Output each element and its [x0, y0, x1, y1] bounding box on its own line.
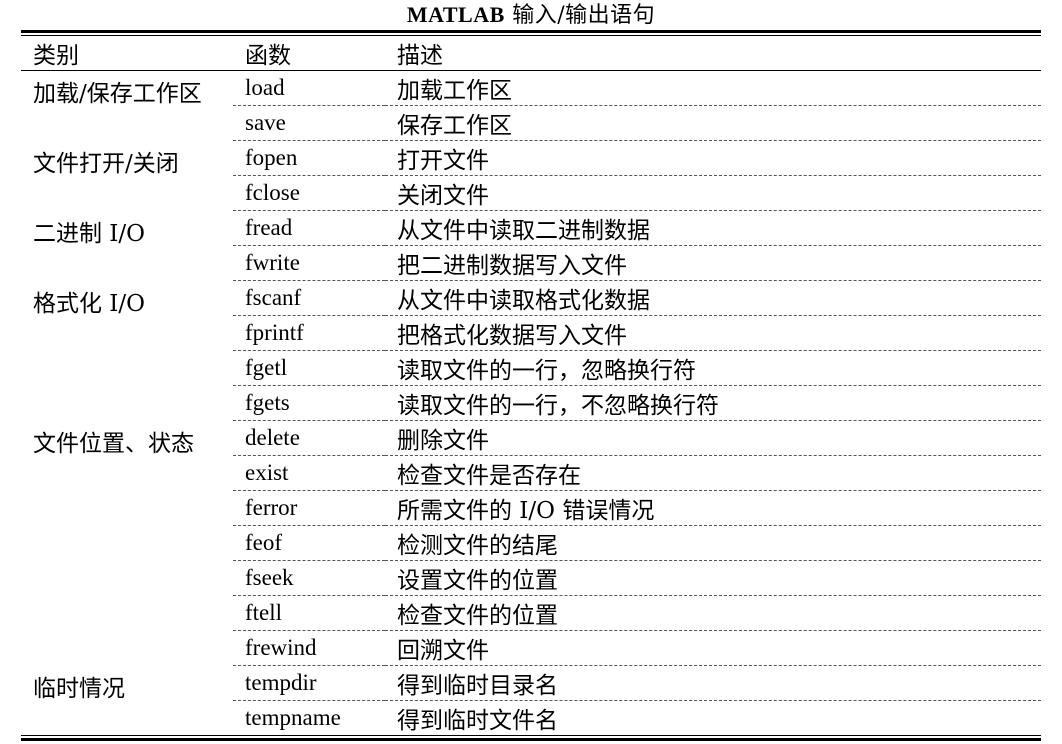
function-cell: fgetl	[233, 350, 385, 386]
category-cell: 文件位置、状态	[33, 430, 194, 457]
function-cell: fclose	[233, 175, 385, 211]
function-cell: fprintf	[233, 315, 385, 351]
category-cell: 格式化 I/O	[33, 290, 146, 317]
function-cell: fread	[233, 210, 385, 246]
header-description: 描述	[385, 36, 1041, 71]
table-caption: MATLAB 输入/输出语句	[21, 0, 1041, 30]
category-cell: 加载/保存工作区	[33, 81, 202, 107]
description-cell: 得到临时文件名	[397, 708, 558, 734]
function-cell: save	[233, 105, 385, 141]
caption-bold-text: MATLAB	[406, 2, 505, 27]
function-cell: fgets	[233, 385, 385, 421]
function-cell: fseek	[233, 560, 385, 596]
function-cell: feof	[233, 525, 385, 561]
table-row: 格式化 I/O fscanf 从文件中读取格式化数据	[21, 280, 1041, 317]
table-row: 二进制 I/O fread 从文件中读取二进制数据	[21, 210, 1041, 247]
description-cell: 检测文件的结尾	[385, 525, 1041, 561]
description-cell: 关闭文件	[385, 175, 1041, 211]
function-cell: delete	[233, 420, 385, 456]
header-function: 函数	[233, 36, 385, 71]
header-category: 类别	[21, 36, 233, 71]
caption-text: 输入/输出语句	[504, 3, 656, 28]
function-cell: ftell	[233, 595, 385, 631]
description-cell: 回溯文件	[385, 630, 1041, 666]
function-cell: fscanf	[233, 280, 385, 316]
category-cell: 临时情况	[33, 675, 125, 702]
description-cell: 得到临时目录名	[385, 665, 1041, 701]
table-row: 加载/保存工作区 load 加载工作区	[21, 70, 1041, 107]
header-row: 类别 函数 描述	[21, 36, 1041, 71]
function-cell: fopen	[233, 140, 385, 176]
category-cell: 文件打开/关闭	[33, 150, 179, 177]
table-header: 类别 函数 描述	[21, 36, 1041, 71]
table-row: 文件位置、状态 delete 删除文件	[21, 420, 1041, 457]
function-cell: exist	[233, 455, 385, 491]
description-cell: 读取文件的一行，忽略换行符	[385, 350, 1041, 386]
description-cell: 所需文件的 I/O 错误情况	[385, 490, 1041, 526]
function-cell: fwrite	[233, 245, 385, 281]
category-cell: 二进制 I/O	[33, 220, 146, 247]
description-cell: 保存工作区	[385, 105, 1041, 141]
table-row: 临时情况 tempdir 得到临时目录名	[21, 665, 1041, 702]
function-cell: load	[233, 70, 385, 106]
document-page: MATLAB 输入/输出语句 类别 函数 描述 加载/保存工作区 load 加载工作…	[21, 0, 1041, 741]
description-cell: 从文件中读取二进制数据	[385, 210, 1041, 246]
description-cell: 从文件中读取格式化数据	[385, 280, 1041, 316]
description-cell: 把格式化数据写入文件	[385, 315, 1041, 351]
table-row: 文件打开/关闭 fopen 打开文件	[21, 140, 1041, 177]
function-cell: tempname	[245, 705, 341, 730]
function-cell: frewind	[233, 630, 385, 666]
description-cell: 检查文件是否存在	[385, 455, 1041, 491]
description-cell: 打开文件	[385, 140, 1041, 176]
function-cell: tempdir	[233, 665, 385, 701]
description-cell: 删除文件	[385, 420, 1041, 456]
function-cell: ferror	[233, 490, 385, 526]
description-cell: 把二进制数据写入文件	[385, 245, 1041, 281]
description-cell: 读取文件的一行，不忽略换行符	[385, 385, 1041, 421]
description-cell: 设置文件的位置	[385, 560, 1041, 596]
table-body: 加载/保存工作区 load 加载工作区 save 保存工作区文件打开/关闭 fopen 打开…	[21, 70, 1041, 736]
description-cell: 检查文件的位置	[385, 595, 1041, 631]
io-functions-table: 类别 函数 描述 加载/保存工作区 load 加载工作区 save 保存工作区 文件打开/…	[21, 36, 1041, 735]
table-bottom-rule	[21, 735, 1041, 741]
description-cell: 加载工作区	[385, 70, 1041, 106]
